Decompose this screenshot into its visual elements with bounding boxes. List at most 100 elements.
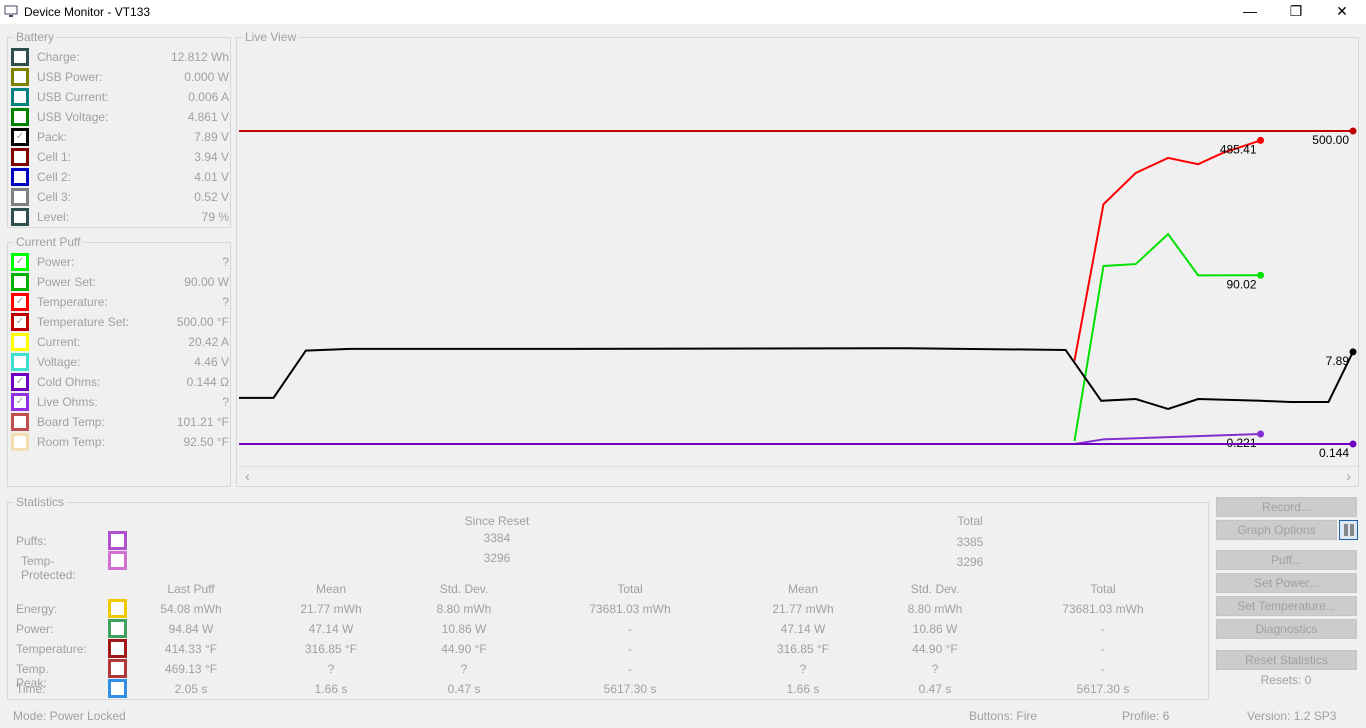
set-power-button[interactable]: Set Power...	[1216, 573, 1357, 593]
puffs-since-reset: 3384	[483, 531, 511, 545]
series-checkbox[interactable]	[11, 208, 29, 226]
monitor-item: ✓ Temperature Set: 500.00 °F	[11, 312, 229, 332]
series-checkbox[interactable]	[11, 148, 29, 166]
series-checkbox[interactable]	[11, 413, 29, 431]
series-checkbox[interactable]: ✓	[11, 253, 29, 271]
window-title: Device Monitor - VT133	[24, 5, 151, 19]
monitor-item: ✓ Cold Ohms: 0.144 Ω	[11, 372, 229, 392]
item-value: 12.812 Wh	[170, 50, 229, 64]
item-label: Room Temp:	[37, 435, 105, 449]
monitor-item: USB Current: 0.006 A	[11, 87, 229, 107]
series-checkbox[interactable]: ✓	[11, 313, 29, 331]
item-value: ?	[222, 295, 229, 309]
status-mode: Mode: Power Locked	[13, 709, 126, 723]
column-header: Std. Dev.	[439, 582, 489, 596]
stat-cell: 1.66 s	[786, 682, 820, 696]
series-end-label: 0.144	[1319, 446, 1349, 460]
series-end-point	[1349, 440, 1357, 448]
diagnostics-button[interactable]: Diagnostics	[1216, 619, 1357, 639]
pause-icon	[1344, 524, 1354, 536]
series-line-pack	[239, 347, 1354, 411]
status-version: Version: 1.2 SP3	[1247, 709, 1337, 723]
check-icon: ✓	[14, 256, 26, 268]
stat-cell: 44.90 °F	[441, 642, 487, 656]
monitor-item: Room Temp: 92.50 °F	[11, 432, 229, 452]
checkbox-box	[14, 171, 26, 183]
stat-cell: -	[1101, 642, 1105, 656]
item-value: 0.000 W	[184, 70, 229, 84]
series-checkbox[interactable]: ✓	[11, 393, 29, 411]
graph-options-button[interactable]: Graph Options	[1216, 520, 1337, 540]
stat-cell: 8.80 mWh	[907, 602, 963, 616]
checkbox-box	[14, 436, 26, 448]
item-label: Live Ohms:	[37, 395, 98, 409]
stat-cell: 5617.30 s	[1076, 682, 1130, 696]
series-checkbox[interactable]: ✓	[11, 293, 29, 311]
puffs-checkbox[interactable]	[108, 531, 127, 550]
scroll-right-icon[interactable]: ›	[1346, 468, 1351, 484]
monitor-item: ✓ Pack: 7.89 V	[11, 127, 229, 147]
puff-button[interactable]: Puff...	[1216, 550, 1357, 570]
minimize-button[interactable]: —	[1227, 0, 1273, 24]
series-checkbox[interactable]	[11, 88, 29, 106]
temp_protected-total: 3296	[956, 555, 984, 569]
temp_protected-checkbox[interactable]	[108, 551, 127, 570]
item-value: 90.00 W	[184, 275, 229, 289]
series-checkbox[interactable]	[11, 433, 29, 451]
maximize-button[interactable]: ❐	[1273, 0, 1319, 24]
stat-cell: 5617.30 s	[603, 682, 657, 696]
item-value: ?	[222, 395, 229, 409]
item-value: 4.01 V	[194, 170, 229, 184]
scroll-left-icon[interactable]: ‹	[245, 468, 250, 484]
live-view-group: Live View 500.00 485.41 90.02 7.89 0.221 0.14…	[236, 30, 1359, 487]
item-value: 4.46 V	[194, 355, 229, 369]
stat-cell: 10.86 W	[441, 622, 487, 636]
item-value: 3.94 V	[194, 150, 229, 164]
current-puff-group: Current Puff ✓ Power: ? Power Set: 90.00…	[7, 235, 231, 487]
monitor-item: Board Temp: 101.21 °F	[11, 412, 229, 432]
monitor-item: ✓ Temperature: ?	[11, 292, 229, 312]
monitor-item: Voltage: 4.46 V	[11, 352, 229, 372]
column-header: Std. Dev.	[910, 582, 960, 596]
record-button[interactable]: Record...	[1216, 497, 1357, 517]
set-temperature-button[interactable]: Set Temperature...	[1216, 596, 1357, 616]
stat-cell: 73681.03 mWh	[1062, 602, 1144, 616]
item-label: USB Voltage:	[37, 110, 109, 124]
stat-cell: 0.47 s	[918, 682, 952, 696]
stat-cell: 54.08 mWh	[160, 602, 222, 616]
series-checkbox[interactable]	[11, 353, 29, 371]
series-checkbox[interactable]	[11, 68, 29, 86]
series-end-label: 500.00	[1312, 133, 1349, 147]
series-end-point	[1349, 348, 1357, 356]
checkbox-box	[14, 71, 26, 83]
series-checkbox[interactable]	[11, 273, 29, 291]
reset-statistics-button[interactable]: Reset Statistics	[1216, 650, 1357, 670]
checkbox-box	[14, 416, 26, 428]
monitor-item: Level: 79 %	[11, 207, 229, 227]
item-label: Power:	[37, 255, 75, 269]
series-checkbox[interactable]: ✓	[11, 373, 29, 391]
series-checkbox[interactable]	[11, 48, 29, 66]
item-label: Voltage:	[37, 355, 81, 369]
series-checkbox[interactable]	[11, 188, 29, 206]
stat-row-label: Energy:	[16, 602, 58, 616]
series-checkbox[interactable]: ✓	[11, 128, 29, 146]
series-checkbox[interactable]	[11, 333, 29, 351]
item-label: Cold Ohms:	[37, 375, 101, 389]
horizontal-scrollbar[interactable]: ‹ ›	[238, 466, 1358, 486]
series-checkbox[interactable]	[11, 168, 29, 186]
item-value: 0.52 V	[194, 190, 229, 204]
checkbox-box	[14, 91, 26, 103]
checkbox-box	[14, 51, 26, 63]
checkbox-box	[14, 276, 26, 288]
pause-button[interactable]	[1339, 520, 1358, 540]
series-end-label: 0.221	[1227, 436, 1257, 450]
monitor-item: USB Voltage: 4.861 V	[11, 107, 229, 127]
column-header: Mean	[787, 582, 819, 596]
check-icon: ✓	[14, 296, 26, 308]
close-button[interactable]: ✕	[1319, 0, 1365, 24]
series-checkbox[interactable]	[11, 108, 29, 126]
stat-cell: 94.84 W	[168, 622, 214, 636]
item-label: Current:	[37, 335, 81, 349]
live-chart: 500.00 485.41 90.02 7.89 0.221 0.144	[239, 127, 1357, 460]
